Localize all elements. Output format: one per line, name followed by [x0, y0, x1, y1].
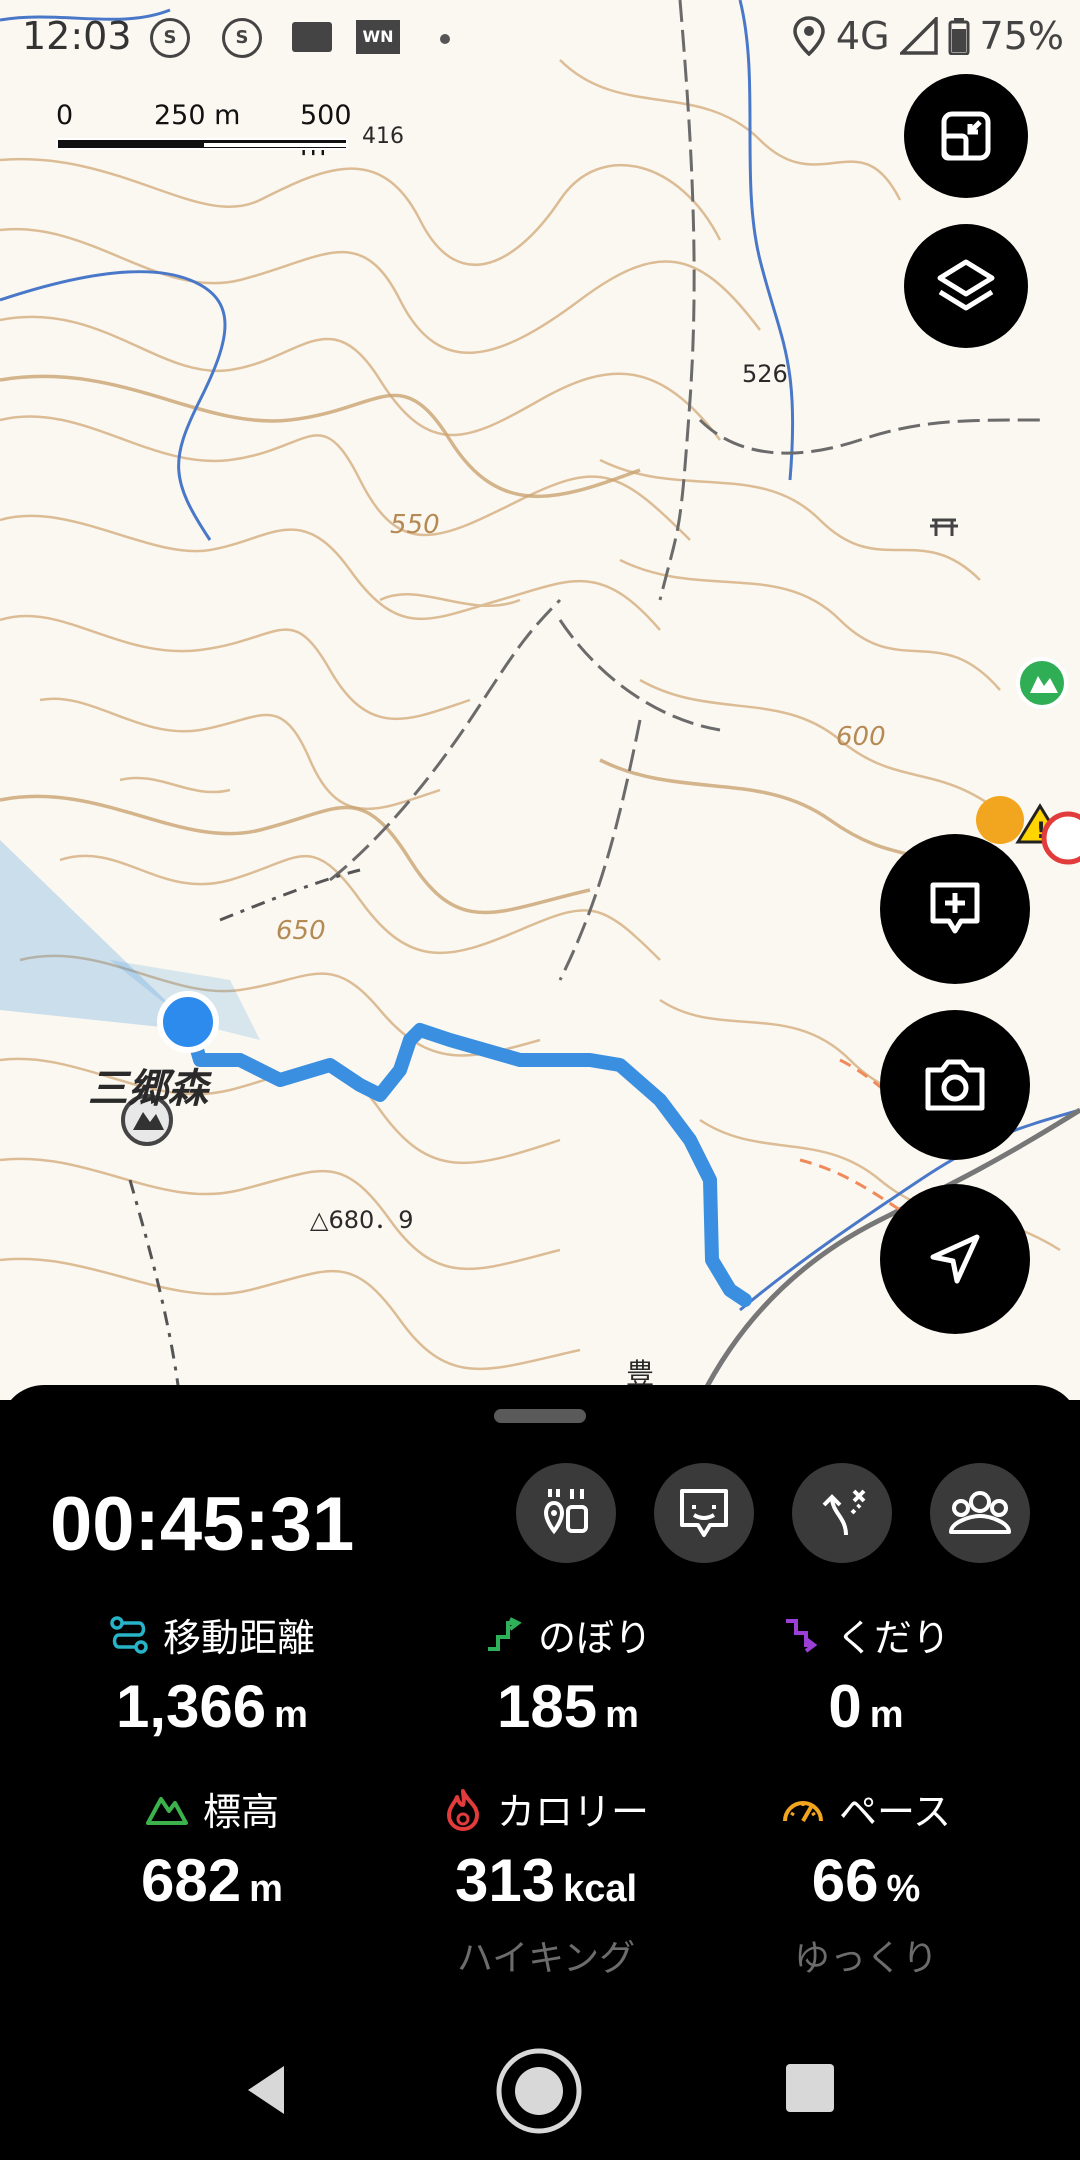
stat-calories: カロリー 313 kcal ハイキング: [396, 1781, 696, 1981]
elapsed-time: 00:45:31: [50, 1482, 355, 1567]
stat-pace: ペース 66% ゆっくり: [716, 1781, 1016, 1981]
stat-distance: 移動距離 1,366 m: [62, 1607, 362, 1741]
fullscreen-toggle-button[interactable]: [904, 74, 1028, 198]
map-view[interactable]: ! 550 600 650 526 416 三郷森 △680．9 豊 12:03…: [0, 0, 1080, 1400]
contour-label: 600: [836, 722, 886, 752]
topographic-map: !: [0, 0, 1080, 1400]
battery-level: 75%: [979, 14, 1064, 58]
back-icon: [248, 2066, 284, 2114]
stat-label: 移動距離: [162, 1616, 315, 1660]
stat-value: 682: [141, 1847, 242, 1914]
recents-icon: [786, 2064, 834, 2112]
stat-value: 66: [811, 1847, 879, 1914]
camera-icon: [925, 1059, 985, 1111]
route-icon: [822, 1489, 866, 1536]
stat-unit: %: [886, 1868, 921, 1910]
status-time: 12:03: [22, 14, 132, 58]
stat-label: ペース: [838, 1790, 952, 1834]
stat-unit: m: [249, 1868, 283, 1910]
group-icon: [949, 1491, 1011, 1534]
route-button[interactable]: [792, 1463, 892, 1563]
check-in-icon: [680, 1489, 728, 1537]
home-button[interactable]: [494, 2046, 584, 2140]
signal-icon: [899, 17, 938, 55]
notification-dot-icon: [440, 34, 450, 44]
elevation-point-label: △680．9: [310, 1206, 414, 1234]
location-pin-icon: [793, 16, 825, 56]
back-button[interactable]: [236, 2060, 296, 2124]
check-in-button[interactable]: [654, 1463, 754, 1563]
exit-fullscreen-icon: [941, 111, 991, 161]
layers-icon: [937, 259, 995, 311]
stat-label: カロリー: [496, 1790, 649, 1834]
group-button[interactable]: [930, 1463, 1030, 1563]
trail-info-icon: [543, 1489, 588, 1535]
stat-descent: くだり 0m: [716, 1607, 1016, 1741]
activity-sheet: 00:45:31 移動距離 1,366 m のぼり 185 m くだり 0 m …: [0, 1385, 1080, 2020]
mail-icon: [292, 22, 332, 52]
trail-info-button[interactable]: [516, 1463, 616, 1563]
navigation-arrow-icon: [930, 1234, 980, 1284]
stat-label: のぼり: [537, 1616, 652, 1660]
stat-value: 0: [828, 1673, 862, 1740]
stat-label: くだり: [835, 1616, 950, 1660]
current-location-dot: [157, 991, 219, 1053]
scale-label: 0: [56, 100, 74, 131]
stat-unit: m: [605, 1694, 639, 1736]
home-icon: [496, 2048, 582, 2134]
system-navigation-bar: [0, 2020, 1080, 2160]
scale-label: 250 m: [154, 100, 241, 131]
stat-unit: kcal: [563, 1868, 638, 1910]
current-location-button[interactable]: [880, 1184, 1030, 1334]
stat-unit: m: [869, 1694, 904, 1736]
stat-value: 1,366: [116, 1673, 267, 1740]
stat-label: 標高: [202, 1790, 279, 1834]
status-bar: 12:03 S S WN 4G 75%: [0, 0, 1080, 76]
distance-icon: [110, 1615, 148, 1654]
pace-description: ゆっくり: [793, 1938, 938, 1979]
map-scale-bar: 0 250 m 500 m: [56, 100, 356, 162]
add-memo-button[interactable]: [880, 834, 1030, 984]
stat-altitude: 標高 682 m: [62, 1781, 362, 1915]
sim-icon: S: [150, 18, 190, 58]
map-layers-button[interactable]: [904, 224, 1028, 348]
recents-button[interactable]: [782, 2060, 838, 2120]
stat-value: 185: [497, 1673, 598, 1740]
scale-label: 500 m: [300, 100, 352, 162]
speedometer-icon: [782, 1800, 823, 1822]
contour-label: 550: [390, 510, 440, 540]
fire-icon: [446, 1788, 479, 1831]
descent-icon: [785, 1618, 818, 1653]
activity-type: ハイキング: [456, 1938, 636, 1979]
stat-value: 313: [454, 1847, 556, 1914]
add-comment-icon: [930, 882, 980, 934]
sheet-drag-handle[interactable]: [494, 1409, 586, 1423]
network-type: 4G: [835, 14, 890, 58]
peak-label: 三郷森: [88, 1066, 208, 1112]
elevation-label: 526: [742, 360, 788, 388]
stat-ascent: のぼり 185 m: [418, 1607, 718, 1741]
mountain-icon: [145, 1796, 188, 1825]
wn-icon: WN: [356, 20, 400, 54]
camera-button[interactable]: [880, 1010, 1030, 1160]
elevation-label: 416: [362, 124, 404, 149]
sim-icon: S: [222, 18, 262, 58]
stat-unit: m: [274, 1694, 308, 1736]
water-poi-icon: [1041, 811, 1080, 865]
shrine-poi-icon: [976, 796, 1024, 844]
contour-label: 650: [276, 916, 326, 946]
ascent-icon: [487, 1616, 522, 1651]
battery-icon: [948, 18, 970, 55]
